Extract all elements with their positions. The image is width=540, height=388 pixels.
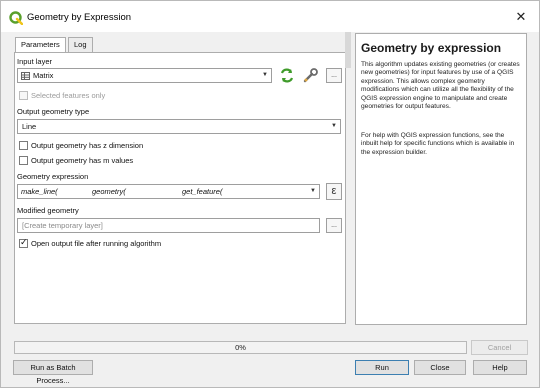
selected-features-checkbox[interactable] xyxy=(19,91,28,100)
panel-scrollbar[interactable] xyxy=(345,32,351,325)
close-button[interactable]: Close xyxy=(414,360,466,375)
z-dimension-label: Output geometry has z dimension xyxy=(31,141,144,150)
output-geometry-type-value: Line xyxy=(22,122,37,131)
expression-part-make-line: make_line( xyxy=(21,187,58,196)
input-layer-value: Matrix xyxy=(33,71,54,80)
scrollbar-thumb[interactable] xyxy=(345,32,351,68)
input-layer-label: Input layer xyxy=(17,57,53,66)
selected-features-label: Selected features only xyxy=(31,91,106,100)
geometry-expression-label: Geometry expression xyxy=(17,172,89,181)
output-geometry-type-label: Output geometry type xyxy=(17,107,90,116)
m-values-label: Output geometry has m values xyxy=(31,156,134,165)
checkmark-icon: ✓ xyxy=(20,237,28,247)
tab-log[interactable]: Log xyxy=(68,37,93,53)
modified-geometry-label: Modified geometry xyxy=(17,206,79,215)
chevron-down-icon: ▼ xyxy=(331,123,337,129)
geometry-expression-input[interactable]: make_line( geometry( get_feature( ▼ xyxy=(17,184,320,199)
qgis-logo-icon xyxy=(9,11,23,25)
iterate-layer-icon[interactable] xyxy=(279,68,295,83)
help-paragraph-2: For help with QGIS expression functions,… xyxy=(361,132,515,156)
wrench-settings-icon[interactable] xyxy=(302,68,319,83)
run-as-batch-button[interactable]: Run as Batch Process... xyxy=(13,360,93,385)
expression-part-get-feature: get_feature( xyxy=(182,187,223,196)
m-values-checkbox[interactable] xyxy=(19,156,28,165)
run-button[interactable]: Run xyxy=(355,360,409,375)
title-bar: Geometry by Expression ✕ xyxy=(1,1,539,32)
modified-geometry-placeholder: [Create temporary layer] xyxy=(22,221,103,230)
expression-builder-button[interactable]: ε xyxy=(326,183,342,200)
modified-geometry-input[interactable]: [Create temporary layer] xyxy=(17,218,320,233)
z-dimension-checkbox[interactable] xyxy=(19,141,28,150)
input-layer-browse-button[interactable]: ... xyxy=(326,68,342,83)
progress-text: 0% xyxy=(235,343,246,352)
output-geometry-type-combo[interactable]: Line ▼ xyxy=(17,119,341,134)
help-button[interactable]: Help xyxy=(473,360,527,375)
open-output-label: Open output file after running algorithm xyxy=(31,239,162,248)
help-title: Geometry by expression xyxy=(361,41,502,55)
dialog-window: Geometry by Expression ✕ Parameters Log … xyxy=(0,0,540,388)
help-paragraph-1: This algorithm updates existing geometri… xyxy=(361,61,520,111)
close-window-icon[interactable]: ✕ xyxy=(513,9,529,25)
open-output-checkbox[interactable]: ✓ xyxy=(19,237,28,248)
cancel-button[interactable]: Cancel xyxy=(471,340,528,355)
chevron-down-icon[interactable]: ▼ xyxy=(310,185,316,198)
chevron-down-icon: ▼ xyxy=(262,72,268,78)
expression-part-geometry: geometry( xyxy=(92,187,126,196)
progress-bar: 0% xyxy=(14,341,467,354)
modified-geometry-browse-button[interactable]: ... xyxy=(326,218,342,233)
input-layer-combo[interactable]: Matrix ▼ xyxy=(17,68,272,83)
table-layer-icon xyxy=(21,72,30,80)
window-title: Geometry by Expression xyxy=(27,12,132,23)
help-pane: Geometry by expression This algorithm up… xyxy=(355,33,527,325)
